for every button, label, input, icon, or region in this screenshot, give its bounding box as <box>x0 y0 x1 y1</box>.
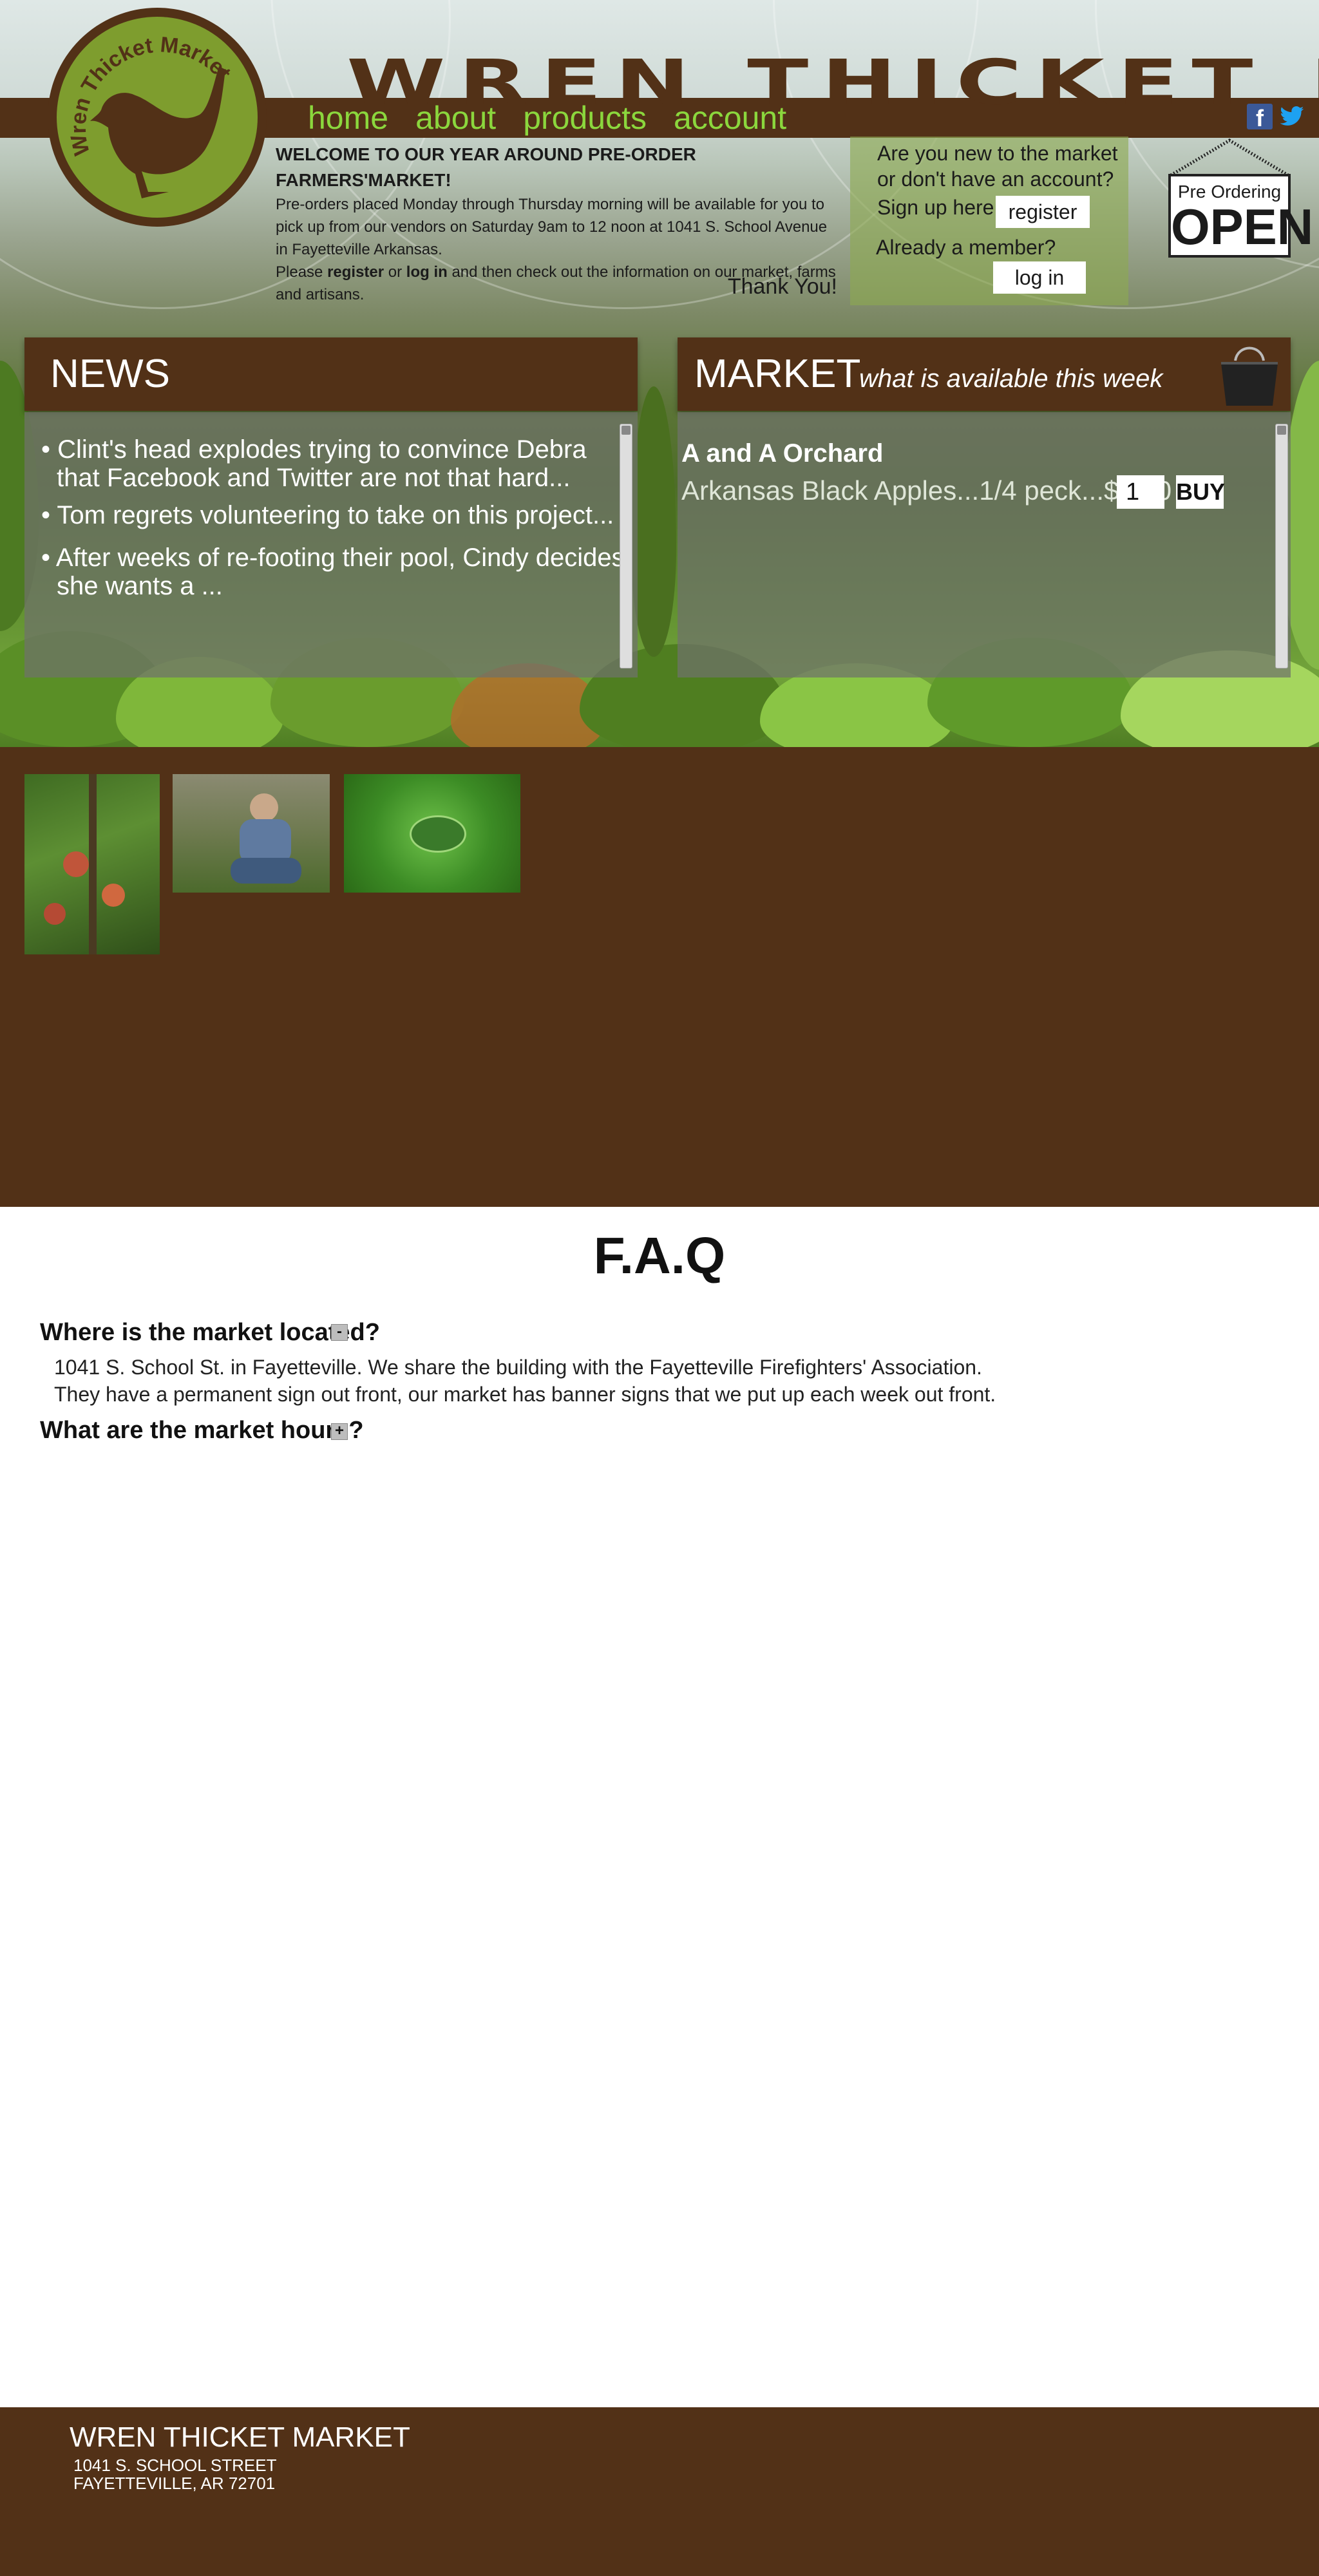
footer-name: WREN THICKET MARKET <box>70 2421 410 2453</box>
login-link[interactable]: log in <box>406 263 448 281</box>
bullet: • <box>41 544 51 572</box>
gallery-band <box>0 747 1319 1207</box>
vendor-name: A and A Orchard <box>681 439 884 468</box>
footer: WREN THICKET MARKET 1041 S. SCHOOL STREE… <box>0 2407 1319 2576</box>
news-item[interactable]: • Clint's head explodes trying to convin… <box>41 435 587 492</box>
login-button[interactable]: log in <box>993 261 1086 294</box>
footer-address-line: FAYETTEVILLE, AR 72701 <box>73 2474 276 2493</box>
scroll-up-arrow-icon[interactable] <box>622 426 631 435</box>
preorder-open-sign: Pre Ordering OPEN <box>1168 138 1314 258</box>
market-title: MARKET <box>694 352 861 396</box>
welcome-text-part: or <box>384 263 406 281</box>
welcome-text-part: Please <box>276 263 328 281</box>
nav-products[interactable]: products <box>523 98 647 138</box>
buy-button[interactable]: BUY <box>1176 475 1225 509</box>
sign-open-text: OPEN <box>1171 198 1314 255</box>
signup-prompt: Sign up here! <box>877 196 1000 219</box>
faq-question[interactable]: Where is the market located? <box>40 1319 380 1347</box>
shopping-basket-icon[interactable] <box>1216 339 1283 408</box>
faq-answer-line: They have a permanent sign out front, ou… <box>54 1383 996 1406</box>
twitter-icon[interactable] <box>1278 104 1306 129</box>
collapse-icon[interactable]: - <box>331 1324 348 1341</box>
register-link[interactable]: register <box>327 263 384 281</box>
gallery-thumb-watermelon[interactable] <box>344 774 520 893</box>
news-title: NEWS <box>50 352 170 396</box>
news-text: she wants a ... <box>57 572 223 600</box>
signup-box: Are you new to the market or don't have … <box>850 137 1128 305</box>
gallery-thumb-farmer[interactable] <box>173 774 330 893</box>
scroll-up-arrow-icon[interactable] <box>1277 426 1286 435</box>
thank-you-text: Thank You! <box>727 274 837 299</box>
nav-about[interactable]: about <box>415 98 496 138</box>
footer-address: 1041 S. SCHOOL STREET FAYETTEVILLE, AR 7… <box>73 2456 276 2492</box>
welcome-line: pick up from our vendors on Saturday 9am… <box>276 218 828 236</box>
sign-roof-icon <box>1170 138 1289 176</box>
news-text: Tom regrets volunteering to take on this… <box>57 501 614 529</box>
gallery-thumb-peach-tree[interactable] <box>24 774 160 954</box>
sign-board: Pre Ordering OPEN <box>1168 174 1314 258</box>
nav-home[interactable]: home <box>308 98 388 138</box>
market-scrollbar[interactable] <box>1275 424 1288 668</box>
faq-answer-line: 1041 S. School St. in Fayetteville. We s… <box>54 1356 982 1379</box>
news-scrollbar[interactable] <box>620 424 632 668</box>
social-links: f <box>1247 104 1306 131</box>
main-nav: home about products account <box>308 98 786 138</box>
register-button[interactable]: register <box>996 196 1090 228</box>
signup-question: or don't have an account? <box>877 167 1114 191</box>
market-subtitle: what is available this week <box>859 365 1163 393</box>
welcome-line: in Fayetteville Arkansas. <box>276 241 442 258</box>
wren-logo[interactable]: Wren Thicket Market <box>45 5 269 229</box>
nav-account[interactable]: account <box>674 98 786 138</box>
news-text: that Facebook and Twitter are not that h… <box>57 464 571 492</box>
quantity-input[interactable]: 1 <box>1117 475 1164 509</box>
news-list: • Clint's head explodes trying to convin… <box>24 412 638 677</box>
facebook-icon[interactable]: f <box>1247 104 1273 131</box>
faq-question[interactable]: What are the market hours? <box>40 1417 364 1444</box>
footer-address-line: 1041 S. SCHOOL STREET <box>73 2456 277 2475</box>
news-header: NEWS <box>24 337 638 411</box>
news-item[interactable]: • After weeks of re-footing their pool, … <box>41 544 625 600</box>
product-listing: Arkansas Black Apples...1/4 peck...$6.00 <box>681 475 1172 506</box>
news-item[interactable]: • Tom regrets volunteering to take on th… <box>41 501 614 529</box>
news-text: After weeks of re-footing their pool, Ci… <box>55 544 625 572</box>
faq-title: F.A.Q <box>593 1227 726 1284</box>
expand-icon[interactable]: + <box>331 1423 348 1440</box>
bullet: • <box>41 435 51 464</box>
welcome-heading: WELCOME TO OUR YEAR AROUND PRE-ORDER FAR… <box>276 144 696 190</box>
member-prompt: Already a member? <box>876 236 1056 259</box>
bullet: • <box>41 501 51 529</box>
signup-question: Are you new to the market <box>877 142 1118 165</box>
welcome-line: Pre-orders placed Monday through Thursda… <box>276 196 825 213</box>
news-text: Clint's head explodes trying to convince… <box>57 435 587 464</box>
